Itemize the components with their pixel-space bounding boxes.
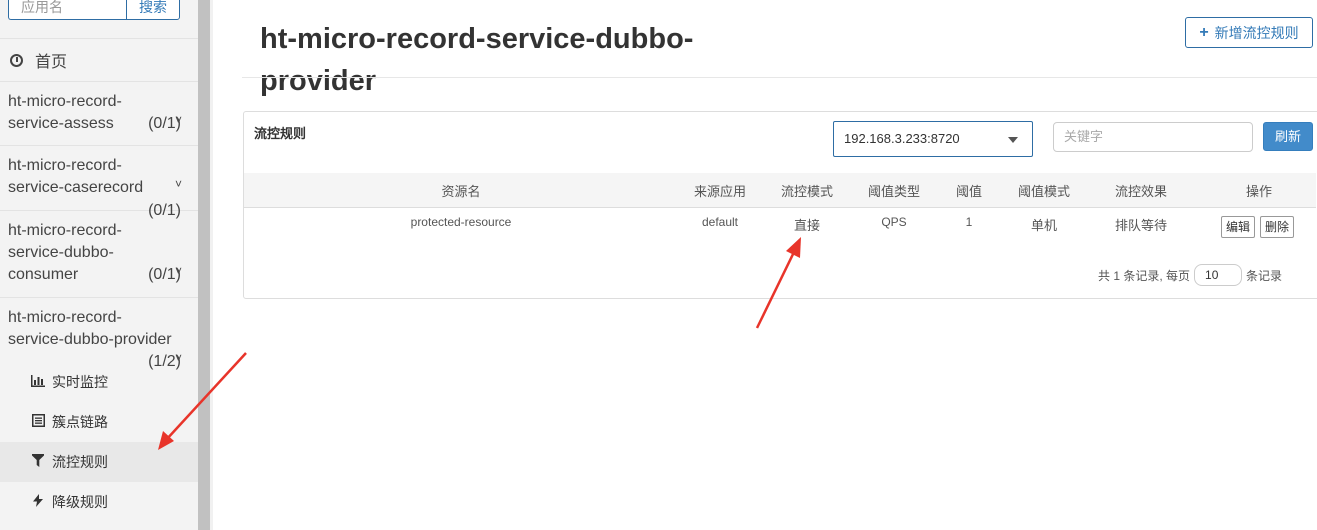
bar-chart-icon xyxy=(30,374,46,390)
app-name: service-dubbo- xyxy=(8,244,114,261)
list-icon xyxy=(30,414,46,430)
plus-icon: + xyxy=(1199,23,1209,41)
pagination: 共 1 条记录, 每页 10 条记录 xyxy=(1098,264,1282,286)
flash-icon xyxy=(30,494,46,510)
page-title-line: provider xyxy=(260,65,377,97)
app-name: ht-micro-record- xyxy=(8,222,122,239)
cell-origin: default xyxy=(701,215,739,229)
panel-title: 流控规则 xyxy=(254,126,307,141)
page-size-input[interactable]: 10 xyxy=(1194,264,1243,286)
sidebar-divider xyxy=(210,0,213,530)
cell-resource: protected-resource xyxy=(410,215,512,229)
app-name: service-assess xyxy=(8,115,114,132)
column-header: 流控效果 xyxy=(1114,184,1168,199)
app-name: ht-micro-record- xyxy=(8,309,122,326)
submenu-flow-rules[interactable]: 流控规则 xyxy=(0,442,198,482)
table-header: 资源名 来源应用 流控模式 阈值类型 阈值 阈值模式 流控效果 操作 xyxy=(244,173,1316,208)
cell-count: 1 xyxy=(965,215,973,229)
app-item-assess[interactable]: ht-micro-record- service-assess (0/1) ˅ xyxy=(0,81,198,146)
submenu-cluster-link[interactable]: 簇点链路 xyxy=(0,402,198,442)
app-name: consumer xyxy=(8,266,79,283)
column-header: 阈值模式 xyxy=(1017,184,1071,199)
add-flow-rule-button[interactable]: + 新增流控规则 xyxy=(1185,17,1313,48)
machine-select-value: 192.168.3.233:8720 xyxy=(844,131,960,146)
chevron-down-icon: ˅ xyxy=(174,264,182,278)
page-title-line: ht-micro-record-service-dubbo- xyxy=(260,23,694,55)
app-name: ht-micro-record- xyxy=(8,157,122,174)
keyword-input[interactable]: 关键字 xyxy=(1053,122,1253,152)
submenu-label: 实时监控 xyxy=(52,374,108,390)
cell-grade: QPS xyxy=(881,215,907,229)
search-button[interactable]: 搜索 xyxy=(126,0,180,20)
pager-suffix: 条记录 xyxy=(1246,268,1283,283)
page-title: ht-micro-record-service-dubbo- provider xyxy=(260,18,760,102)
column-header: 来源应用 xyxy=(693,184,747,199)
edit-button[interactable]: 编辑 xyxy=(1221,216,1256,238)
submenu-degrade-rules[interactable]: 降级规则 xyxy=(0,482,198,522)
submenu-label: 簇点链路 xyxy=(52,414,108,430)
filter-icon xyxy=(30,454,46,470)
submenu-label: 流控规则 xyxy=(52,454,108,470)
machine-select[interactable]: 192.168.3.233:8720 xyxy=(833,121,1033,157)
pager-prefix: 共 1 条记录, 每页 xyxy=(1098,268,1191,283)
caret-down-icon xyxy=(1008,137,1018,143)
app-item-dubbo-consumer[interactable]: ht-micro-record- service-dubbo- consumer… xyxy=(0,211,198,298)
cell-cluster: 单机 xyxy=(1030,218,1058,233)
app-name: service-caserecord xyxy=(8,179,144,196)
flow-rules-panel: 流控规则 192.168.3.233:8720 关键字 刷新 资源名 来源应用 … xyxy=(243,111,1317,299)
delete-button[interactable]: 删除 xyxy=(1260,216,1295,238)
chevron-down-icon: ˅ xyxy=(174,177,182,191)
app-search: 应用名 搜索 xyxy=(8,0,180,20)
submenu-label: 降级规则 xyxy=(52,494,108,510)
submenu-realtime-monitor[interactable]: 实时监控 xyxy=(0,362,198,402)
nav-home[interactable]: 首页 xyxy=(0,38,198,82)
dashboard-icon xyxy=(10,53,23,67)
cell-mode: 直接 xyxy=(793,218,821,233)
column-header: 阈值类型 xyxy=(867,184,921,199)
app-item-caserecord[interactable]: ht-micro-record- service-caserecord ˅ (0… xyxy=(0,146,198,219)
sidebar-scrollbar[interactable] xyxy=(198,0,210,530)
refresh-button[interactable]: 刷新 xyxy=(1263,122,1313,151)
app-name: service-dubbo-provider xyxy=(8,331,172,348)
title-divider xyxy=(242,77,1317,78)
chevron-down-icon: ˅ xyxy=(174,113,182,127)
column-header: 资源名 xyxy=(441,184,481,199)
app-search-input[interactable]: 应用名 xyxy=(8,0,126,20)
app-name: ht-micro-record- xyxy=(8,93,122,110)
add-flow-rule-label: 新增流控规则 xyxy=(1214,24,1299,41)
column-header: 流控模式 xyxy=(780,184,834,199)
column-header: 操作 xyxy=(1245,184,1273,199)
nav-home-label: 首页 xyxy=(35,54,68,71)
app-item-dubbo-provider[interactable]: ht-micro-record- service-dubbo-provider … xyxy=(0,298,198,370)
sidebar: 应用名 搜索 首页 ht-micro-record- service-asses… xyxy=(0,0,198,530)
cell-effect: 排队等待 xyxy=(1114,218,1168,233)
column-header: 阈值 xyxy=(955,184,983,199)
